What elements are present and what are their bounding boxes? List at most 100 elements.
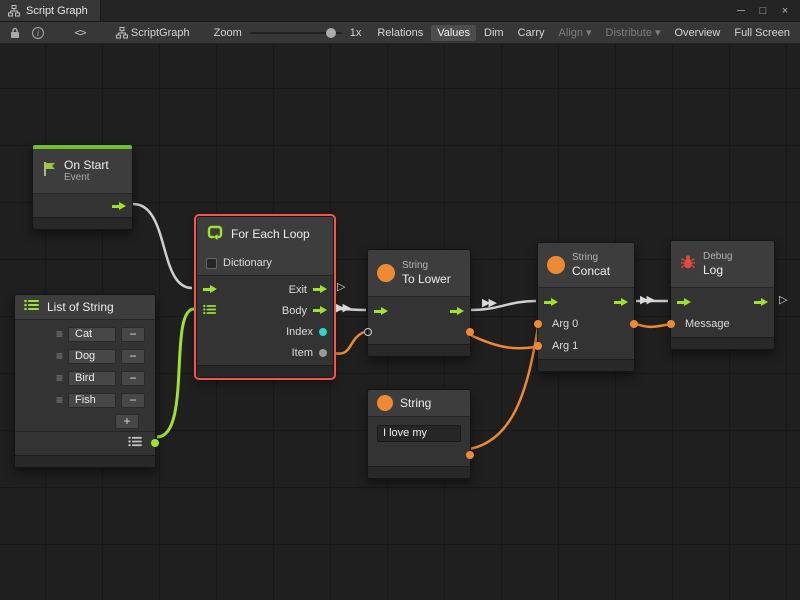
- remove-item-button[interactable]: −: [121, 371, 145, 386]
- fullscreen-button[interactable]: Full Screen: [728, 25, 796, 41]
- string-output-port[interactable]: [466, 451, 474, 459]
- message-input-port[interactable]: [667, 320, 675, 328]
- node-footer: [15, 455, 155, 467]
- flag-icon: [42, 161, 57, 182]
- node-footer: [368, 344, 470, 356]
- flow-input-port[interactable]: [677, 298, 691, 307]
- node-header: On Start Event: [33, 149, 132, 193]
- port-row-enter-exit: Exit: [197, 279, 333, 300]
- string-value-input[interactable]: [377, 425, 461, 442]
- node-string-to-lower[interactable]: String To Lower: [367, 249, 471, 357]
- relations-button[interactable]: Relations: [371, 25, 429, 41]
- result-output-port[interactable]: [466, 328, 474, 336]
- drag-handle-icon[interactable]: ≡: [56, 327, 63, 341]
- list-item-field[interactable]: Cat: [68, 327, 116, 342]
- remove-item-button[interactable]: −: [121, 327, 145, 342]
- align-dropdown[interactable]: Align ▾: [553, 24, 598, 41]
- unity-script-graph-window: Script Graph ─ □ × i <>: [0, 0, 800, 600]
- tab-script-graph[interactable]: Script Graph: [0, 0, 101, 21]
- dictionary-checkbox[interactable]: [206, 258, 217, 269]
- node-footer: [197, 365, 333, 377]
- loop-icon: [206, 223, 224, 246]
- exit-label: Exit: [289, 284, 307, 296]
- node-footer: [33, 217, 132, 229]
- exit-port-arrow-icon: ▷: [337, 282, 343, 293]
- graph-breadcrumb[interactable]: ScriptGraph: [110, 25, 196, 41]
- node-header: Debug Log: [671, 241, 774, 287]
- flow-output-port[interactable]: [112, 202, 126, 211]
- node-category: String: [572, 252, 610, 264]
- index-output-port[interactable]: [319, 328, 327, 336]
- flow-arrows-icon: ▶▶: [482, 298, 495, 309]
- node-string-literal[interactable]: String: [367, 389, 471, 479]
- node-list-of-string[interactable]: List of String ≡ Cat − ≡ Dog − ≡ Bird −: [14, 294, 156, 468]
- list-items: ≡ Cat − ≡ Dog − ≡ Bird − ≡ Fish −: [15, 319, 155, 455]
- arg0-input-port[interactable]: [534, 320, 542, 328]
- close-icon[interactable]: ×: [776, 3, 794, 19]
- port-row: [33, 197, 132, 215]
- toolbar-buttons: Relations Values Dim Carry Align ▾ Distr…: [371, 24, 796, 41]
- flow-output-port[interactable]: [614, 298, 628, 307]
- zoom-slider-thumb[interactable]: [326, 28, 336, 38]
- chevron-down-icon: ▾: [655, 26, 661, 39]
- overview-button[interactable]: Overview: [669, 25, 727, 41]
- info-icon[interactable]: i: [26, 25, 50, 41]
- item-label: Item: [292, 347, 313, 359]
- flow-input-port[interactable]: [203, 285, 217, 294]
- maximize-icon[interactable]: □: [754, 3, 772, 19]
- list-icon: [24, 298, 40, 316]
- chevron-down-icon: ▾: [586, 26, 592, 39]
- node-debug-log[interactable]: Debug Log Message: [670, 240, 775, 350]
- graph-canvas[interactable]: ▷ ▶▶ ▶▶ ▶▶ ▷ On Start Event: [0, 44, 800, 600]
- drag-handle-icon[interactable]: ≡: [56, 371, 63, 385]
- distribute-dropdown[interactable]: Distribute ▾: [600, 24, 667, 41]
- body-output-port[interactable]: [313, 306, 327, 315]
- zoom-slider[interactable]: [250, 27, 342, 39]
- flow-output-port[interactable]: [754, 298, 768, 307]
- list-item-field[interactable]: Fish: [68, 393, 116, 408]
- list-item-field[interactable]: Dog: [68, 349, 116, 364]
- string-type-icon: [547, 256, 565, 274]
- zoom-label: Zoom: [214, 27, 242, 39]
- arg1-input-port[interactable]: [534, 342, 542, 350]
- list-item-field[interactable]: Bird: [68, 371, 116, 386]
- port-row-flow: [538, 291, 634, 313]
- dim-button[interactable]: Dim: [478, 25, 510, 41]
- arg0-label: Arg 0: [552, 318, 578, 330]
- flow-input-port[interactable]: [544, 298, 558, 307]
- remove-item-button[interactable]: −: [121, 349, 145, 364]
- node-header: String To Lower: [368, 250, 470, 296]
- node-footer: [671, 337, 774, 349]
- carry-button[interactable]: Carry: [512, 25, 551, 41]
- graph-icon: [8, 5, 20, 17]
- dictionary-option-row: Dictionary: [197, 251, 333, 275]
- list-output-port[interactable]: [151, 439, 159, 447]
- list-input-port-icon[interactable]: [203, 302, 217, 320]
- code-view-icon[interactable]: <>: [68, 24, 91, 41]
- remove-item-button[interactable]: −: [121, 393, 145, 408]
- list-output-row: [15, 431, 155, 453]
- node-ports: Exit B: [197, 275, 333, 365]
- minimize-icon[interactable]: ─: [732, 3, 750, 19]
- drag-handle-icon[interactable]: ≡: [56, 393, 63, 407]
- drag-handle-icon[interactable]: ≡: [56, 349, 63, 363]
- node-on-start[interactable]: On Start Event: [32, 144, 133, 230]
- values-button[interactable]: Values: [431, 25, 476, 41]
- flow-output-port[interactable]: [450, 307, 464, 316]
- item-output-port[interactable]: [319, 349, 327, 357]
- node-string-concat[interactable]: String Concat Arg 0 Arg 1: [537, 242, 635, 372]
- wire-onstart-to-foreach: [133, 204, 192, 288]
- node-footer: [538, 359, 634, 371]
- flow-input-port[interactable]: [374, 307, 388, 316]
- zoom-control: Zoom 1x: [214, 27, 362, 39]
- wire-list-to-foreach: [157, 309, 194, 437]
- result-output-port[interactable]: [630, 320, 638, 328]
- node-for-each-loop[interactable]: For Each Loop Dictionary Exit: [196, 216, 334, 378]
- string-input-port[interactable]: [364, 328, 372, 336]
- add-item-button[interactable]: +: [115, 414, 139, 429]
- node-title: For Each Loop: [231, 227, 310, 241]
- lock-icon[interactable]: [4, 25, 26, 41]
- list-item-row: ≡ Cat −: [15, 323, 155, 345]
- zoom-value: 1x: [350, 27, 362, 39]
- exit-output-port[interactable]: [313, 285, 327, 294]
